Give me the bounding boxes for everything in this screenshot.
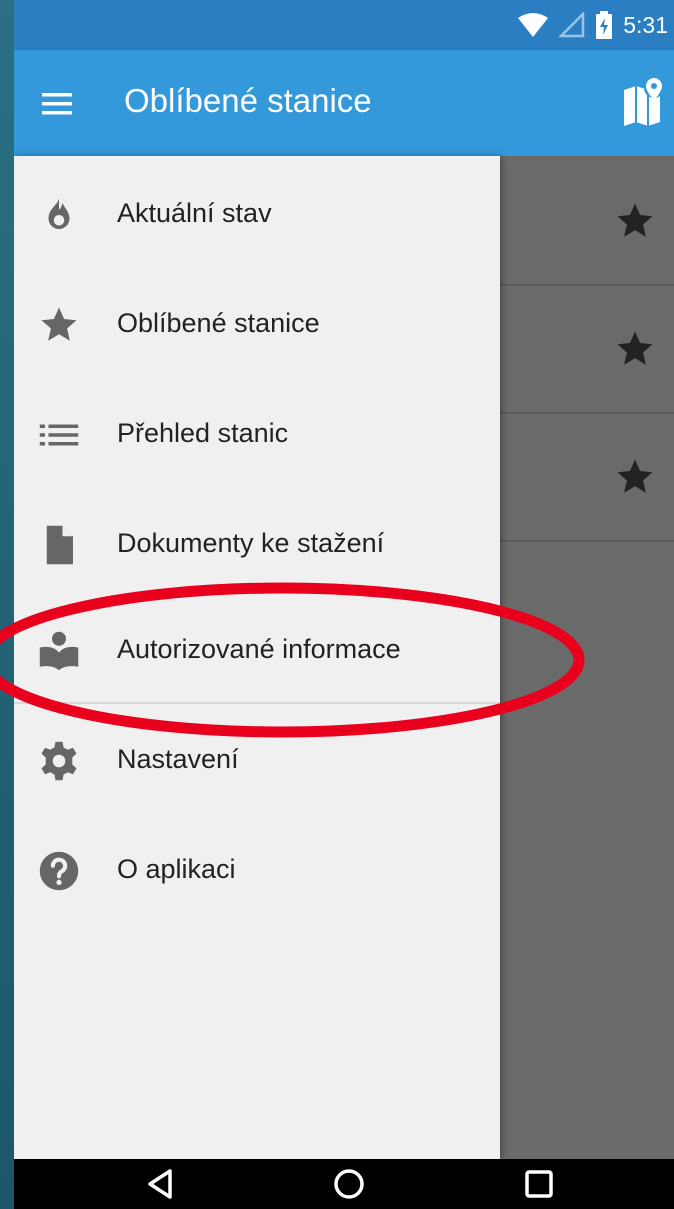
reader-icon (39, 631, 79, 671)
drawer-item-label: Oblíbené stanice (117, 308, 320, 338)
recents-icon[interactable] (518, 1163, 560, 1205)
drawer-item-nastaveni[interactable]: Nastavení (14, 706, 500, 816)
list-icon (39, 424, 79, 446)
page-title: Oblíbené stanice (124, 82, 372, 119)
drawer-item-dokumenty[interactable]: Dokumenty ke stažení (14, 490, 500, 600)
hamburger-menu-icon[interactable] (38, 84, 78, 124)
drawer-divider (14, 702, 500, 704)
status-icons: 5:31 (517, 8, 668, 42)
drawer-item-autorizovane-informace[interactable]: Autorizované informace (14, 596, 500, 706)
phone-screen: 5:31 Oblíbené stanice Aktuální stav Oblí… (14, 0, 674, 1209)
drawer-item-oblibene-stanice[interactable]: Oblíbené stanice (14, 270, 500, 380)
document-icon (46, 525, 73, 565)
status-bar: 5:31 (14, 0, 674, 50)
back-icon[interactable] (140, 1163, 182, 1205)
drawer-item-o-aplikaci[interactable]: O aplikaci (14, 816, 500, 926)
wifi-icon (518, 13, 549, 37)
gear-icon (41, 741, 77, 781)
help-icon (39, 851, 79, 891)
navigation-drawer: Aktuální stav Oblíbené stanice Přehled s… (14, 156, 500, 1159)
frame-border (0, 0, 14, 1209)
star-icon[interactable] (614, 328, 656, 370)
drawer-item-label: O aplikaci (117, 854, 236, 884)
star-icon[interactable] (614, 456, 656, 498)
app-bar: Oblíbené stanice (14, 50, 674, 156)
drawer-item-label: Přehled stanic (117, 418, 289, 448)
drawer-item-label: Dokumenty ke stažení (117, 528, 385, 558)
system-nav-bar (14, 1159, 674, 1209)
drawer-item-prehled-stanic[interactable]: Přehled stanic (14, 380, 500, 490)
map-icon[interactable] (620, 74, 664, 130)
status-time: 5:31 (623, 11, 668, 38)
battery-charging-icon (596, 11, 613, 39)
star-icon (41, 307, 77, 341)
flame-icon (48, 197, 70, 229)
signal-icon (559, 12, 585, 38)
drawer-item-aktualni-stav[interactable]: Aktuální stav (14, 160, 500, 270)
drawer-item-label: Nastavení (117, 744, 239, 774)
star-icon[interactable] (614, 200, 656, 242)
home-icon[interactable] (328, 1163, 370, 1205)
drawer-item-label: Aktuální stav (117, 198, 272, 228)
drawer-item-label: Autorizované informace (117, 634, 401, 664)
